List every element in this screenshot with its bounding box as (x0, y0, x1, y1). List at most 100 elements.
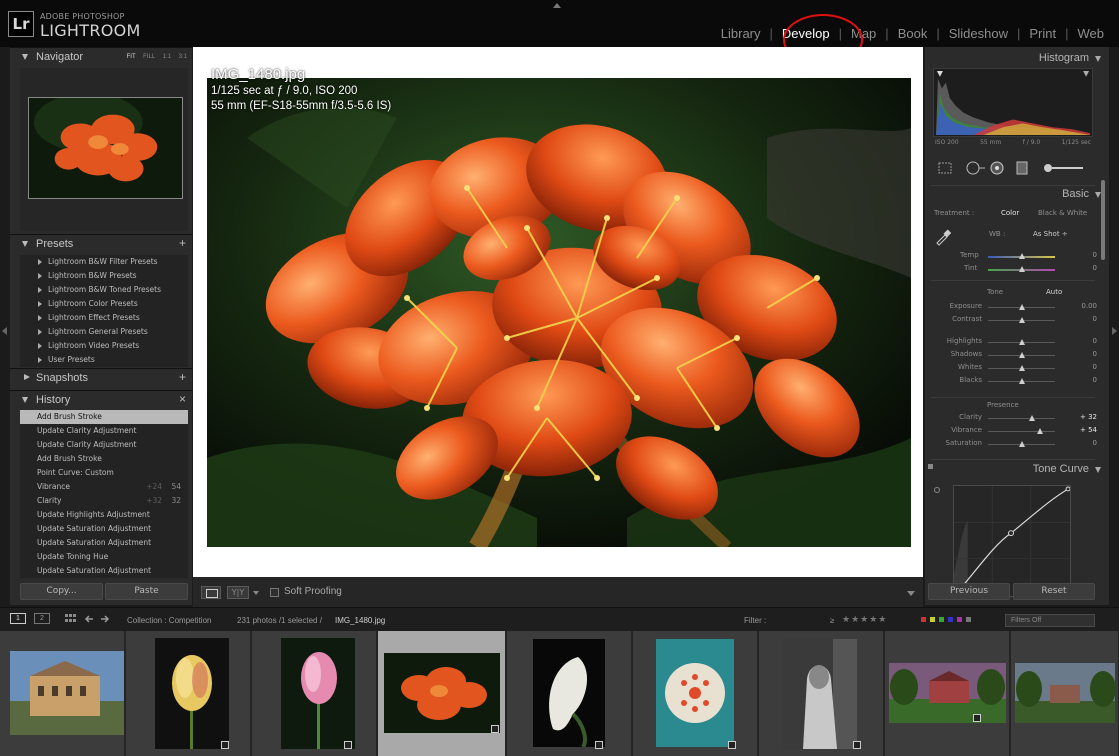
module-web[interactable]: Web (1069, 26, 1114, 41)
green-label-filter[interactable] (939, 617, 944, 622)
history-item[interactable]: Update Clarity Adjustment (20, 424, 188, 438)
exposure-value[interactable]: 0.00 (1081, 302, 1097, 310)
shadows-slider[interactable] (988, 352, 1055, 358)
paste-button[interactable]: Paste (105, 583, 188, 600)
history-item[interactable]: Update Highlights Adjustment (20, 508, 188, 522)
preset-folder[interactable]: User Presets (20, 353, 188, 367)
treatment-color-option[interactable]: Color (1001, 209, 1019, 217)
presets-header[interactable]: Presets + (10, 234, 192, 254)
vibrance-slider[interactable] (988, 428, 1055, 434)
clarity-slider-knob[interactable] (1029, 415, 1036, 421)
saturation-value[interactable]: 0 (1093, 439, 1097, 447)
exposure-slider[interactable] (988, 304, 1055, 310)
contrast-value[interactable]: 0 (1093, 315, 1097, 323)
preset-folder[interactable]: Lightroom Video Presets (20, 339, 188, 353)
red-label-filter[interactable] (921, 617, 926, 622)
filmstrip-cell-selected[interactable] (378, 631, 506, 756)
filmstrip-cell[interactable] (759, 631, 884, 756)
add-snapshot-icon[interactable]: + (179, 370, 186, 384)
loupe-view-button[interactable] (201, 586, 221, 599)
history-item[interactable]: Update Toning Hue (20, 550, 188, 564)
thumbnail-yellow-tulip[interactable] (155, 638, 229, 749)
vibrance-slider-knob[interactable] (1036, 428, 1043, 434)
reset-button[interactable]: Reset (1013, 583, 1095, 600)
thumbnail-pink-tulip[interactable] (281, 638, 355, 749)
filmstrip-cell[interactable] (507, 631, 632, 756)
purple-label-filter[interactable] (957, 617, 962, 622)
navigator-header[interactable]: Navigator FIT FILL 1:1 3:1 (10, 47, 192, 67)
module-slideshow[interactable]: Slideshow (940, 26, 1017, 41)
yellow-label-filter[interactable] (930, 617, 935, 622)
back-arrow-icon[interactable] (84, 614, 94, 624)
soft-proofing-checkbox[interactable] (270, 588, 279, 597)
history-item[interactable]: Update Clarity Adjustment (20, 438, 188, 452)
collection-source[interactable]: Collection : Competition (127, 616, 211, 625)
history-item[interactable]: Update Saturation Adjustment (20, 564, 188, 578)
history-item[interactable]: Vibrance +24 54 (20, 480, 188, 494)
tone-curve-graph[interactable] (953, 485, 1071, 597)
history-item[interactable]: Clarity +32 32 (20, 494, 188, 508)
contrast-slider[interactable] (988, 317, 1055, 323)
highlights-value[interactable]: 0 (1093, 337, 1097, 345)
right-panel-arrow-icon[interactable] (1112, 327, 1117, 335)
zoom-3-1[interactable]: 3:1 (179, 54, 187, 60)
toolbar-options-dropdown-icon[interactable] (907, 591, 915, 596)
shadows-value[interactable]: 0 (1093, 350, 1097, 358)
forward-arrow-icon[interactable] (100, 614, 110, 624)
history-item[interactable]: Add Brush Stroke (20, 452, 188, 466)
main-window-button[interactable]: 1 (10, 613, 26, 624)
highlights-slider-knob[interactable] (1018, 339, 1025, 345)
temp-slider-knob[interactable] (1018, 253, 1025, 259)
preset-folder[interactable]: Lightroom Color Presets (20, 297, 188, 311)
history-item[interactable]: Point Curve: Custom (20, 466, 188, 480)
preset-folder[interactable]: Lightroom B&W Toned Presets (20, 283, 188, 297)
graduated-filter-icon[interactable] (1016, 161, 1028, 175)
history-item[interactable]: Update Saturation Adjustment (20, 522, 188, 536)
tone-curve-header[interactable]: Tone Curve (925, 460, 1109, 478)
red-eye-icon[interactable] (990, 161, 1004, 175)
saturation-slider[interactable] (988, 441, 1055, 447)
histogram-header[interactable]: Histogram (925, 49, 1109, 67)
navigator-thumbnail[interactable] (28, 97, 183, 199)
thumbnail-orange-clivia[interactable] (384, 653, 500, 733)
preset-folder[interactable]: Lightroom B&W Presets (20, 269, 188, 283)
filmstrip-cell[interactable] (885, 631, 1010, 756)
blue-label-filter[interactable] (948, 617, 953, 622)
vibrance-value[interactable]: + 54 (1080, 426, 1097, 434)
preset-folder[interactable]: Lightroom B&W Filter Presets (20, 255, 188, 269)
adjustment-brush-icon[interactable] (1044, 164, 1083, 172)
zoom-fit[interactable]: FIT (127, 54, 136, 60)
left-panel-arrow-icon[interactable] (2, 327, 7, 335)
clear-history-icon[interactable]: × (179, 392, 186, 406)
contrast-slider-knob[interactable] (1018, 317, 1025, 323)
blacks-value[interactable]: 0 (1093, 376, 1097, 384)
snapshots-header[interactable]: Snapshots + (10, 368, 192, 388)
before-after-view-button[interactable]: Y|Y (227, 586, 249, 599)
filmstrip-cell[interactable] (252, 631, 377, 756)
thumbnail-teal-flower-macro[interactable] (656, 639, 734, 747)
filmstrip-cell[interactable] (126, 631, 251, 756)
secondary-window-button[interactable]: 2 (34, 613, 50, 624)
history-header[interactable]: History × (10, 390, 192, 410)
module-library[interactable]: Library (712, 26, 770, 41)
filmstrip-cell[interactable] (1011, 631, 1119, 756)
thumbnail-white-calla-lily[interactable] (533, 639, 605, 747)
rating-operator[interactable]: ≥ (830, 616, 834, 625)
history-item[interactable]: Update Saturation Adjustment (20, 536, 188, 550)
copy-button[interactable]: Copy... (20, 583, 103, 600)
preset-folder[interactable]: Lightroom General Presets (20, 325, 188, 339)
history-item[interactable]: Add Brush Stroke (20, 410, 188, 424)
white-balance-eyedropper-icon[interactable] (933, 227, 953, 247)
target-adjustment-icon[interactable] (934, 487, 940, 493)
blacks-slider[interactable] (988, 378, 1055, 384)
selected-filename[interactable]: IMG_1480.jpg (335, 616, 385, 625)
add-preset-icon[interactable]: + (179, 236, 186, 250)
filter-preset-dropdown[interactable]: Filters Off (1005, 614, 1095, 627)
zoom-1-1[interactable]: 1:1 (163, 54, 171, 60)
shadows-slider-knob[interactable] (1018, 352, 1025, 358)
thumbnail-red-house[interactable] (889, 663, 1006, 723)
filmstrip-cell[interactable] (633, 631, 758, 756)
thumbnail-building[interactable] (10, 651, 124, 735)
filmstrip-cell[interactable] (0, 631, 125, 756)
exposure-slider-knob[interactable] (1018, 304, 1025, 310)
